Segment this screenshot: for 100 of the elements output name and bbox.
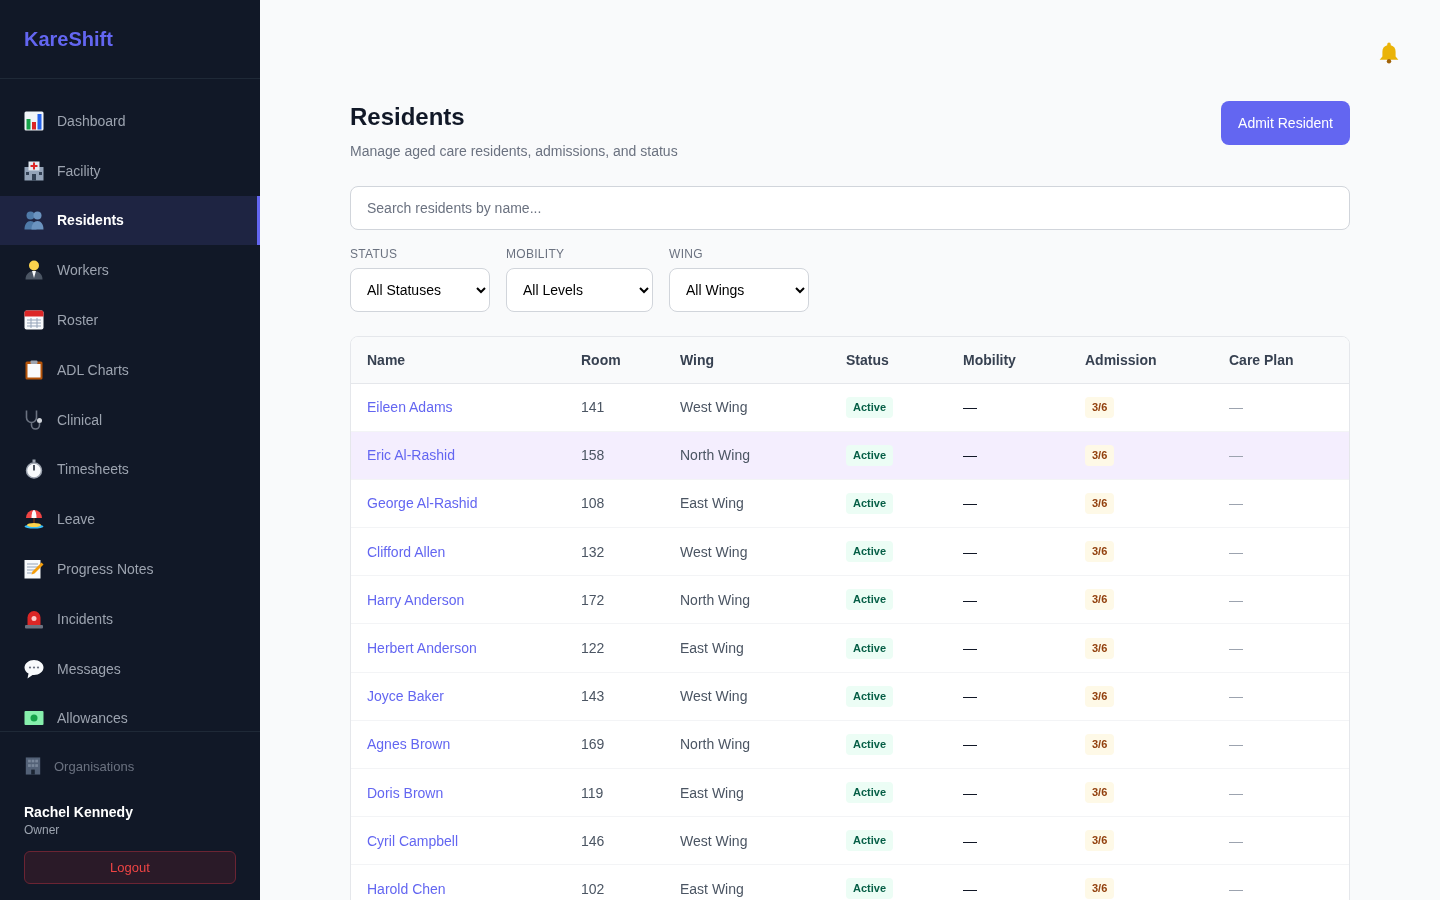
status-badge: Active [846, 396, 894, 418]
table-row[interactable]: Joyce Baker 143 West Wing Active — 3/6 — [351, 672, 1349, 721]
resident-name-link[interactable]: Harry Anderson [367, 591, 465, 608]
filter-label: MOBILITY [506, 247, 565, 261]
filter-select[interactable]: All Statuses [350, 268, 490, 312]
table-row[interactable]: Eileen Adams 141 West Wing Active — 3/6 — [351, 383, 1349, 432]
table-cell: — [947, 768, 1069, 817]
resident-name-link[interactable]: Eric Al-Rashid [367, 447, 455, 464]
status-badge: Active [846, 444, 894, 466]
table-cell: — [1213, 431, 1349, 480]
table-row[interactable]: Cyril Campbell 146 West Wing Active — 3/6 — [351, 816, 1349, 865]
bell-icon[interactable] [1378, 42, 1400, 64]
sidebar-item[interactable]: Workers [0, 245, 260, 296]
sidebar-item[interactable]: Messages [0, 643, 260, 694]
app-logo[interactable]: KareShift [24, 27, 113, 51]
table-cell: — [947, 623, 1069, 673]
resident-name-link[interactable]: Doris Brown [367, 784, 444, 801]
column-header[interactable]: Admission [1069, 337, 1213, 383]
table-cell: — [1213, 383, 1349, 432]
admission-badge: 3/6 [1085, 541, 1115, 563]
column-header[interactable]: Mobility [947, 337, 1069, 383]
admission-badge: 3/6 [1085, 396, 1115, 418]
table-cell: 172 [565, 575, 664, 624]
status-badge: Active [846, 541, 894, 563]
table-cell: — [1213, 720, 1349, 769]
column-header[interactable]: Room [565, 337, 664, 383]
person-icon [24, 260, 44, 281]
status-badge: Active [846, 637, 894, 659]
table-cell: 122 [565, 623, 664, 673]
table-cell: 143 [565, 672, 664, 721]
table-row[interactable]: Doris Brown 119 East Wing Active — 3/6 — [351, 768, 1349, 817]
filter-select[interactable]: All Levels [506, 268, 653, 312]
people-icon [24, 210, 44, 231]
resident-name-link[interactable]: Agnes Brown [367, 736, 451, 753]
memo-pencil-icon [24, 559, 44, 580]
table-cell: North Wing [664, 431, 830, 480]
table-row[interactable]: Herbert Anderson 122 East Wing Active — 3/6 — [351, 623, 1349, 673]
resident-name-link[interactable]: Herbert Anderson [367, 640, 477, 657]
sidebar-item[interactable]: Residents [0, 195, 260, 246]
table-cell: 146 [565, 816, 664, 865]
admit-resident-button[interactable]: Admit Resident [1221, 101, 1350, 145]
table-cell: East Wing [664, 479, 830, 528]
table-cell: — [1213, 672, 1349, 721]
search-field[interactable]: Search residents by name... [350, 186, 1350, 230]
user-role: Owner [24, 822, 60, 838]
resident-name-link[interactable]: Eileen Adams [367, 399, 453, 416]
table-cell: — [947, 816, 1069, 865]
table-cell: — [1213, 527, 1349, 576]
status-badge: Active [846, 878, 894, 900]
table-cell: — [1213, 864, 1349, 900]
table-row[interactable]: George Al-Rashid 108 East Wing Active — 3/6 — [351, 479, 1349, 528]
sidebar-item[interactable]: Timesheets [0, 444, 260, 495]
table-cell: North Wing [664, 720, 830, 769]
sidebar-item[interactable]: Leave [0, 494, 260, 545]
user-name: Rachel Kennedy [24, 803, 133, 822]
table-cell: 141 [565, 383, 664, 432]
table-cell: — [947, 431, 1069, 480]
table-cell: — [947, 672, 1069, 721]
table-cell: — [1213, 575, 1349, 624]
table-cell: East Wing [664, 768, 830, 817]
admission-badge: 3/6 [1085, 830, 1115, 852]
table-cell: — [1213, 768, 1349, 817]
table-cell: 169 [565, 720, 664, 769]
sidebar-item[interactable]: Dashboard [0, 96, 260, 146]
table-row[interactable]: Agnes Brown 169 North Wing Active — 3/6 — [351, 720, 1349, 769]
logout-button[interactable]: Logout [24, 851, 236, 884]
resident-name-link[interactable]: Joyce Baker [367, 688, 445, 705]
resident-name-link[interactable]: Harold Chen [367, 880, 446, 897]
table-row[interactable]: Eric Al-Rashid 158 North Wing Active — 3/6 — [351, 431, 1349, 480]
sidebar-item[interactable]: ADL Charts [0, 345, 260, 395]
admission-badge: 3/6 [1085, 878, 1115, 900]
organisations-link[interactable]: Organisations [24, 756, 236, 776]
table-cell: West Wing [664, 527, 830, 576]
filter-select[interactable]: All Wings [669, 268, 809, 312]
table-row[interactable]: Harry Anderson 172 North Wing Active — 3/6 — [351, 575, 1349, 624]
table-cell: — [1213, 623, 1349, 673]
table-cell: East Wing [664, 623, 830, 673]
resident-name-link[interactable]: Cyril Campbell [367, 832, 459, 849]
stethoscope-icon [24, 409, 44, 430]
table-cell: — [947, 575, 1069, 624]
resident-name-link[interactable]: George Al-Rashid [367, 495, 478, 512]
table-cell: — [1213, 816, 1349, 865]
table-cell: West Wing [664, 816, 830, 865]
table-row[interactable]: Harold Chen 102 East Wing Active — 3/6 — [351, 864, 1349, 900]
sidebar-item[interactable]: Facility [0, 145, 260, 196]
column-header[interactable]: Wing [664, 337, 830, 383]
resident-name-link[interactable]: Clifford Allen [367, 543, 446, 560]
table-row[interactable]: Clifford Allen 132 West Wing Active — 3/6 — [351, 527, 1349, 576]
speech-bubble-icon [24, 658, 44, 679]
column-header[interactable]: Name [351, 337, 565, 383]
sidebar-item[interactable]: Allowances [0, 693, 260, 731]
column-header[interactable]: Care Plan [1213, 337, 1349, 383]
sidebar-item[interactable]: Clinical [0, 394, 260, 445]
sidebar-item[interactable]: Roster [0, 295, 260, 345]
filter-label: STATUS [350, 247, 398, 261]
sidebar-item[interactable]: Progress Notes [0, 544, 260, 594]
column-header[interactable]: Status [830, 337, 947, 383]
table-cell: 132 [565, 527, 664, 576]
sidebar-item[interactable]: Incidents [0, 593, 260, 644]
bar-chart-icon [24, 110, 44, 131]
